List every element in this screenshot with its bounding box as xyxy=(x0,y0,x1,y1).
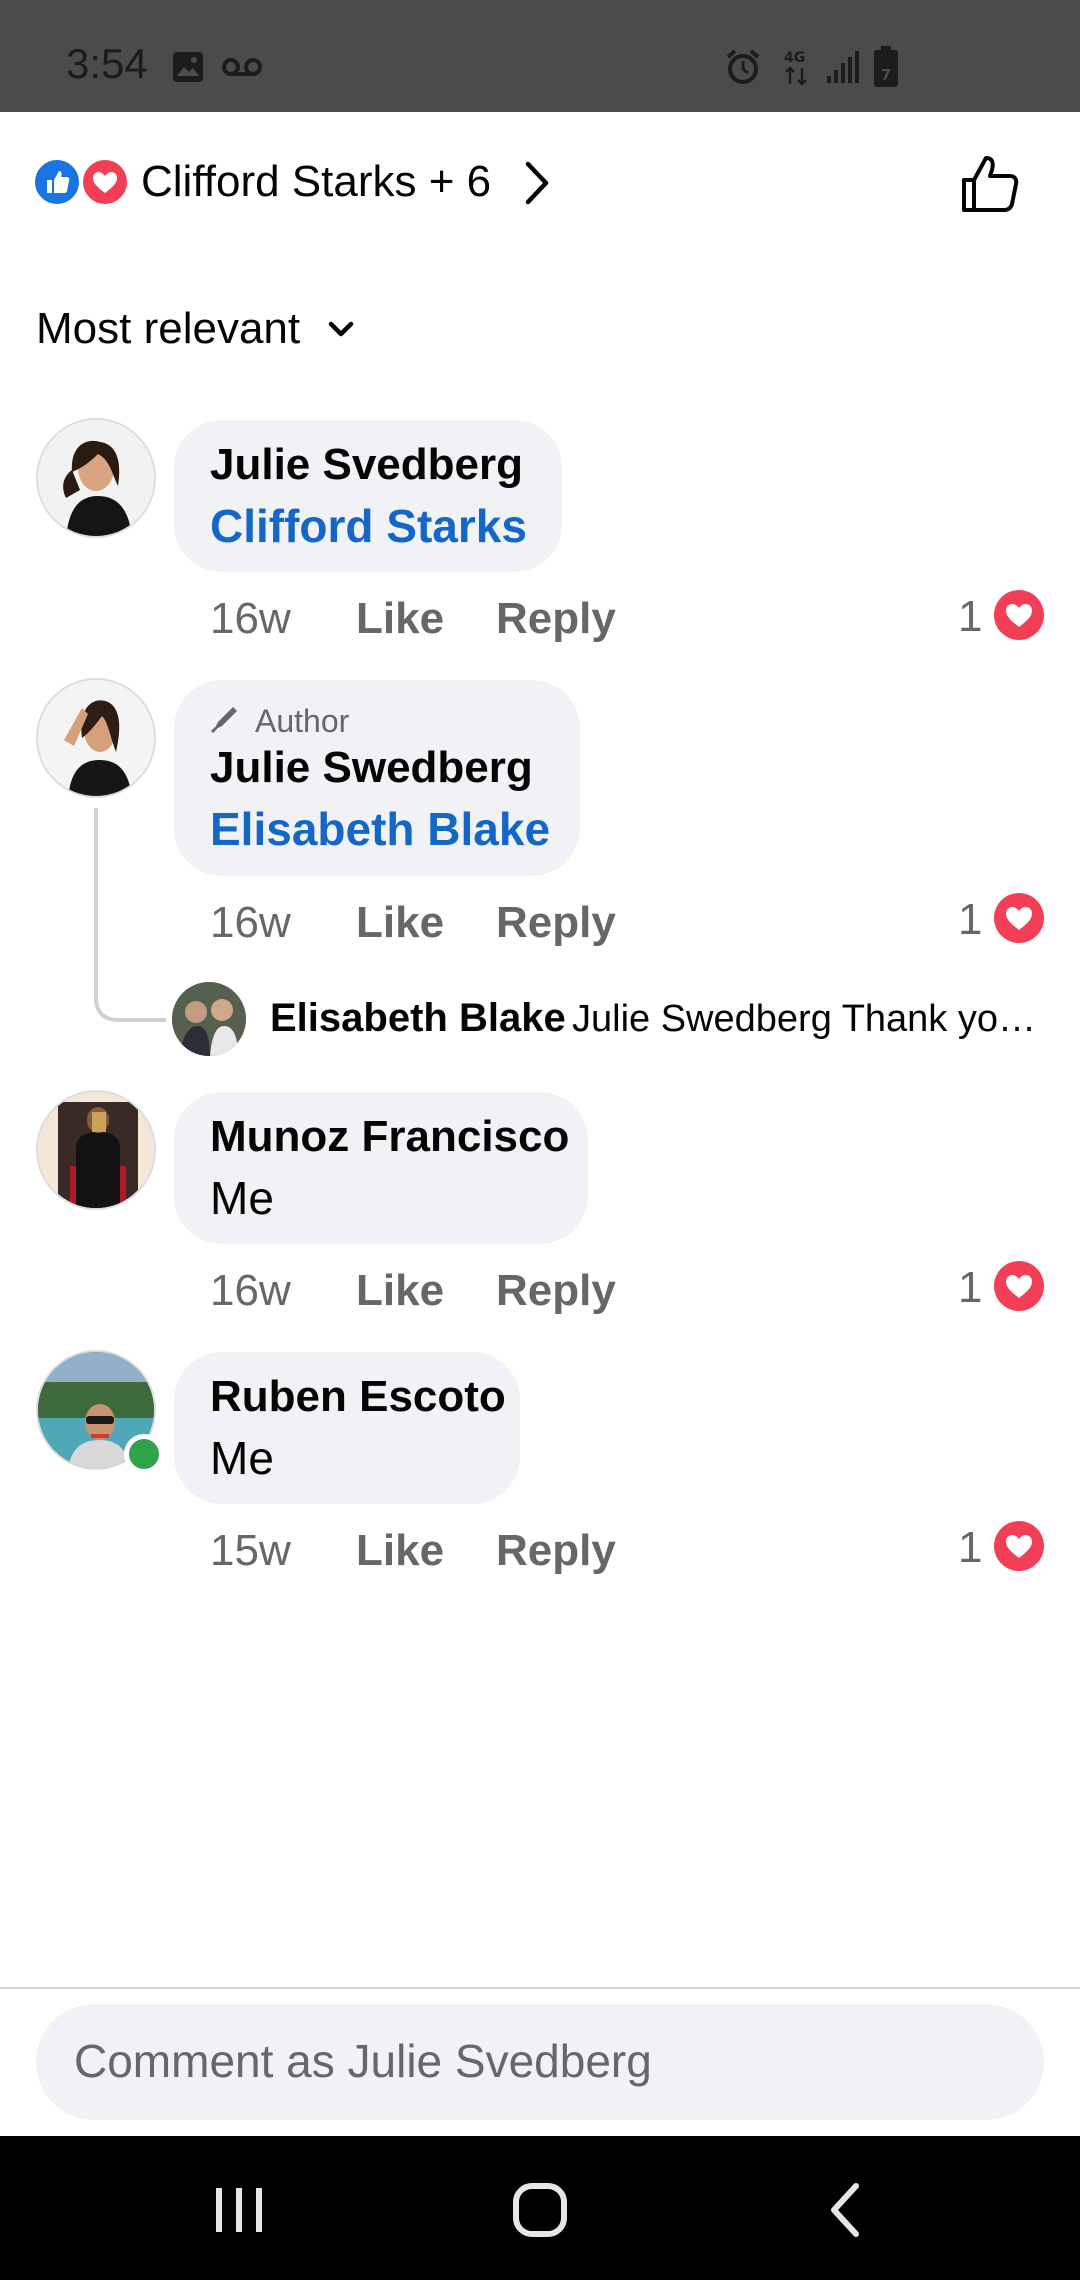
comment-mention[interactable]: Elisabeth Blake xyxy=(210,802,550,856)
comment-time: 16w xyxy=(210,1266,291,1315)
battery-level: 7 xyxy=(881,66,891,84)
reply-button[interactable]: Reply xyxy=(496,1526,616,1576)
avatar[interactable] xyxy=(172,982,246,1056)
gallery-icon xyxy=(173,52,203,82)
love-reaction-icon[interactable] xyxy=(994,893,1044,943)
composer-divider xyxy=(0,1987,1080,1989)
like-button[interactable]: Like xyxy=(356,898,444,948)
love-reaction-icon xyxy=(80,157,130,207)
online-status-indicator xyxy=(124,1434,164,1474)
comment-text[interactable]: Me xyxy=(210,1171,274,1225)
author-badge: Author xyxy=(255,703,350,739)
like-button[interactable]: Like xyxy=(356,1526,444,1576)
reaction-count[interactable]: 1 xyxy=(958,1523,982,1573)
signal-icon xyxy=(827,51,859,83)
like-button[interactable]: Like xyxy=(356,1266,444,1316)
like-button[interactable]: Like xyxy=(356,594,444,644)
reaction-count[interactable]: 1 xyxy=(958,592,982,642)
comment-author[interactable]: Julie Swedberg xyxy=(210,743,533,793)
navigation-bar xyxy=(0,2136,1080,2280)
thread-connector xyxy=(94,808,166,1022)
reply-button[interactable]: Reply xyxy=(496,898,616,948)
data-transfer-icon: 4G xyxy=(784,50,807,86)
love-reaction-icon[interactable] xyxy=(994,590,1044,640)
reaction-count[interactable]: 1 xyxy=(958,1263,982,1313)
reply-author[interactable]: Elisabeth Blake xyxy=(270,996,566,1041)
love-reaction-icon[interactable] xyxy=(994,1521,1044,1571)
love-reaction-icon[interactable] xyxy=(994,1261,1044,1311)
voicemail-icon xyxy=(222,58,262,76)
reply-text[interactable]: Julie Swedberg Thank yo… xyxy=(572,998,1036,1041)
comment-input[interactable]: Comment as Julie Svedberg xyxy=(36,2004,1044,2120)
like-reaction-icon xyxy=(32,157,82,207)
recent-apps-icon[interactable] xyxy=(212,2184,266,2236)
comment-author[interactable]: Ruben Escoto xyxy=(210,1372,506,1422)
status-time: 3:54 xyxy=(66,40,148,87)
comment-author[interactable]: Munoz Francisco xyxy=(210,1112,569,1162)
comment-time: 15w xyxy=(210,1526,291,1575)
reaction-count[interactable]: 1 xyxy=(958,895,982,945)
back-icon[interactable] xyxy=(826,2180,862,2240)
home-icon[interactable] xyxy=(512,2182,568,2238)
comment-text[interactable]: Me xyxy=(210,1431,274,1485)
battery-icon: 7 xyxy=(874,46,898,87)
reactions-header[interactable]: Clifford Starks + 6 xyxy=(0,112,1080,252)
like-outline-icon[interactable] xyxy=(958,152,1022,216)
avatar[interactable] xyxy=(36,1090,156,1210)
author-badge-icon xyxy=(210,707,237,734)
comment-input-placeholder[interactable]: Comment as Julie Svedberg xyxy=(74,2034,652,2088)
comment-time: 16w xyxy=(210,898,291,947)
reply-button[interactable]: Reply xyxy=(496,1266,616,1316)
comment-time: 16w xyxy=(210,594,291,643)
avatar[interactable] xyxy=(36,678,156,798)
avatar[interactable] xyxy=(36,418,156,538)
chevron-down-icon[interactable] xyxy=(326,318,356,340)
reactions-summary[interactable]: Clifford Starks + 6 xyxy=(141,157,491,207)
chevron-right-icon[interactable] xyxy=(522,160,552,206)
status-bar: 3:54 4G 7 xyxy=(0,0,1080,112)
alarm-icon xyxy=(726,49,760,84)
reply-button[interactable]: Reply xyxy=(496,594,616,644)
comment-mention[interactable]: Clifford Starks xyxy=(210,499,527,553)
sort-label[interactable]: Most relevant xyxy=(36,304,300,354)
svg-text:4G: 4G xyxy=(784,50,805,66)
comment-author[interactable]: Julie Svedberg xyxy=(210,440,523,490)
